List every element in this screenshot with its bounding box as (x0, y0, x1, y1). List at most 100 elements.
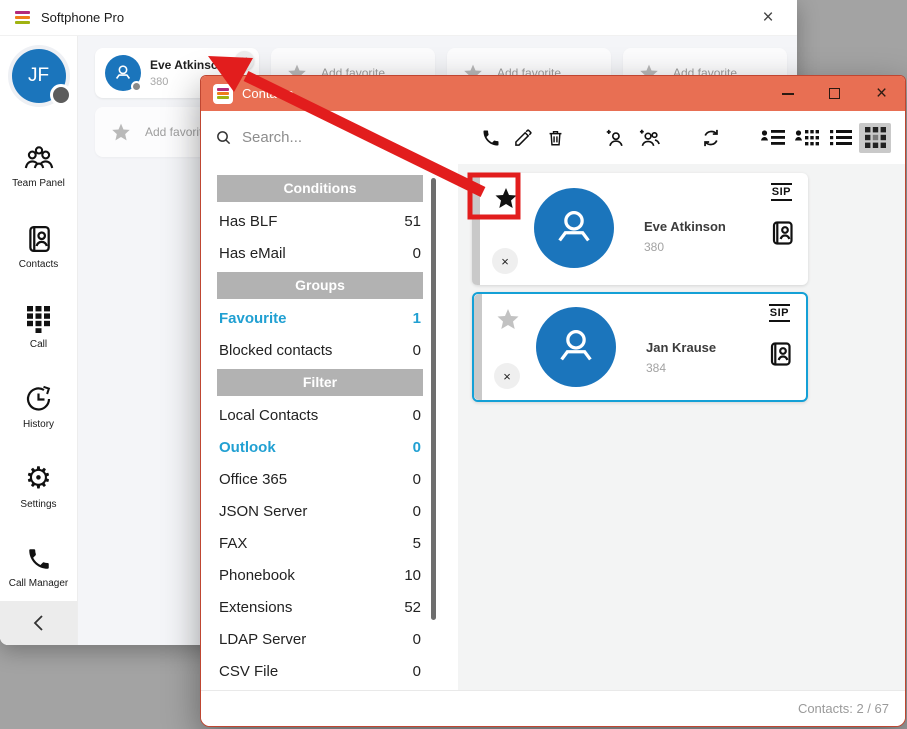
filter-item-has-email[interactable]: Has eMail 0 (217, 237, 423, 269)
dialog-body: Conditions Has BLF 51 Has eMail 0 Groups… (201, 164, 905, 690)
filter-item-has-blf[interactable]: Has BLF 51 (217, 205, 423, 237)
search-box (215, 129, 450, 147)
presence-dot (131, 81, 142, 92)
filter-item-outlook[interactable]: Outlook 0 (217, 431, 423, 463)
favorite-name: Eve Atkinson (150, 58, 226, 72)
filter-item-json-server[interactable]: JSON Server 0 (217, 495, 423, 527)
chevron-left-icon (33, 614, 44, 632)
contact-name: Eve Atkinson (644, 219, 726, 234)
sidebar-item-contacts[interactable]: Contacts (0, 207, 77, 287)
remove-contact-button[interactable]: × (494, 363, 520, 389)
filter-scrollbar[interactable] (431, 178, 436, 620)
contact-list: Eve Atkinson 380 × SIP (458, 164, 905, 690)
contact-details-icon[interactable] (770, 220, 795, 246)
favorite-star-button[interactable] (496, 307, 520, 331)
minimize-button[interactable] (764, 76, 811, 111)
dialog-window-controls: × (764, 76, 905, 111)
filter-item-label: LDAP Server (219, 631, 306, 648)
maximize-icon (829, 88, 840, 99)
filter-section-conditions: Conditions (217, 175, 423, 202)
history-icon (24, 384, 53, 413)
dialog-toolbar (201, 111, 905, 164)
main-titlebar: Softphone Pro × (0, 0, 797, 36)
blf-status-strip (474, 294, 482, 400)
filter-item-label: Extensions (219, 599, 292, 616)
edit-contact-button[interactable] (508, 123, 538, 153)
filter-item-csv-file[interactable]: CSV File 0 (217, 655, 423, 687)
view-compact-grid-button[interactable] (791, 123, 823, 153)
contacts-dialog: Contacts × (200, 75, 906, 727)
filter-item-count: 0 (413, 663, 421, 680)
call-contact-button[interactable] (476, 123, 506, 153)
sidebar-item-call-manager[interactable]: Call Manager (0, 527, 77, 607)
team-panel-icon (24, 145, 54, 172)
contact-card-jan-krause[interactable]: Jan Krause 384 × SIP (472, 292, 808, 402)
gear-icon: ⚙ (25, 465, 52, 493)
add-group-button[interactable] (634, 123, 664, 153)
contact-details-icon[interactable] (768, 341, 793, 367)
view-detail-list-button[interactable] (757, 123, 789, 153)
filter-section-filter: Filter (217, 369, 423, 396)
contact-number: 384 (646, 361, 666, 375)
sidebar-item-settings[interactable]: ⚙ Settings (0, 447, 77, 527)
sidebar-item-label: History (23, 419, 54, 430)
favorite-star-button[interactable] (494, 186, 518, 210)
filter-list: Conditions Has BLF 51 Has eMail 0 Groups… (217, 175, 423, 687)
filter-item-local-contacts[interactable]: Local Contacts 0 (217, 399, 423, 431)
filter-item-label: Blocked contacts (219, 342, 332, 359)
contact-card-eve-atkinson[interactable]: Eve Atkinson 380 × SIP (472, 173, 808, 285)
desktop: { "main_window": { "title": "Softphone P… (0, 0, 907, 729)
main-window-title: Softphone Pro (41, 10, 124, 25)
contact-avatar (536, 307, 616, 387)
sidebar-item-label: Call Manager (9, 578, 68, 589)
sidebar-nav: Team Panel Contacts (0, 127, 77, 607)
filter-panel: Conditions Has BLF 51 Has eMail 0 Groups… (201, 164, 458, 690)
sidebar-item-call[interactable]: Call (0, 287, 77, 367)
filter-item-count: 0 (413, 342, 421, 359)
filter-item-label: FAX (219, 535, 247, 552)
dialog-titlebar[interactable]: Contacts × (201, 76, 905, 111)
view-list-button[interactable] (825, 123, 857, 153)
sip-badge: SIP (771, 183, 792, 201)
remove-contact-button[interactable]: × (492, 248, 518, 274)
app-logo-icon (15, 11, 30, 24)
contacts-icon (26, 225, 52, 253)
maximize-button[interactable] (811, 76, 858, 111)
filter-item-extensions[interactable]: Extensions 52 (217, 591, 423, 623)
filter-item-phonebook[interactable]: Phonebook 10 (217, 559, 423, 591)
user-avatar[interactable]: JF (12, 49, 66, 103)
filter-item-ldap-server[interactable]: LDAP Server 0 (217, 623, 423, 655)
filter-item-count: 0 (413, 439, 421, 456)
sidebar-item-team-panel[interactable]: Team Panel (0, 127, 77, 207)
sidebar-collapse-button[interactable] (0, 601, 77, 645)
filter-item-favourite[interactable]: Favourite 1 (217, 302, 423, 334)
filter-item-count: 52 (404, 599, 421, 616)
delete-contact-button[interactable] (540, 123, 570, 153)
remove-favorite-button[interactable]: × (235, 51, 254, 70)
view-switcher (757, 123, 891, 153)
filter-item-count: 5 (413, 535, 421, 552)
search-input[interactable] (242, 129, 412, 146)
view-grid-button[interactable] (859, 123, 891, 153)
filter-item-label: Local Contacts (219, 407, 318, 424)
app-logo-badge (213, 84, 233, 104)
filter-item-label: Has eMail (219, 245, 286, 262)
dialog-title: Contacts (242, 86, 293, 101)
add-contact-button[interactable] (600, 123, 630, 153)
sidebar-item-history[interactable]: History (0, 367, 77, 447)
main-close-button[interactable]: × (754, 8, 782, 27)
filter-item-count: 0 (413, 503, 421, 520)
filter-item-fax[interactable]: FAX 5 (217, 527, 423, 559)
dialpad-icon (25, 305, 52, 333)
phone-handset-icon (26, 546, 52, 572)
filter-item-blocked-contacts[interactable]: Blocked contacts 0 (217, 334, 423, 366)
filter-item-office-365[interactable]: Office 365 0 (217, 463, 423, 495)
contacts-count-status: Contacts: 2 / 67 (798, 701, 889, 716)
contact-name: Jan Krause (646, 340, 716, 355)
dialog-close-button[interactable]: × (858, 76, 905, 111)
sync-contacts-button[interactable] (696, 123, 726, 153)
filter-item-label: Has BLF (219, 213, 277, 230)
filter-item-count: 10 (404, 567, 421, 584)
sidebar: JF Team Panel (0, 36, 78, 645)
filter-item-label: CSV File (219, 663, 278, 680)
